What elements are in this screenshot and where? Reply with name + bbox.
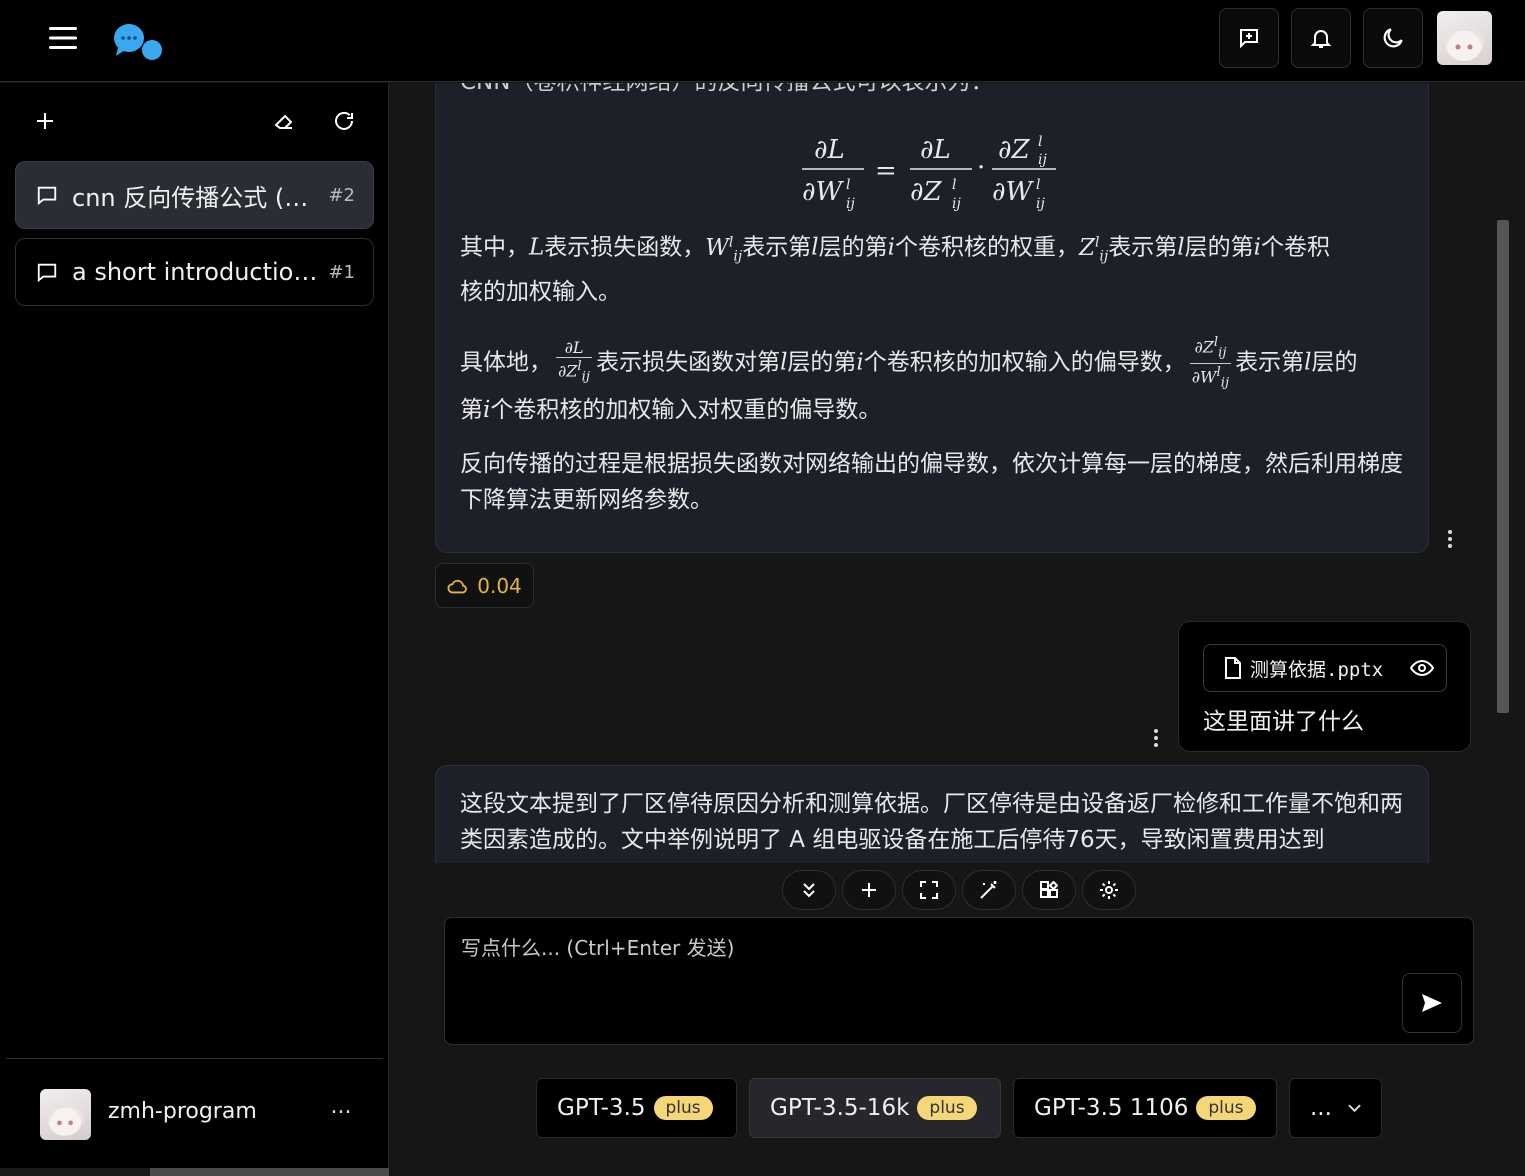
plus-icon — [862, 883, 876, 897]
magic-wand-icon — [980, 881, 997, 899]
moon-icon — [1383, 28, 1403, 48]
plus-icon — [37, 113, 53, 129]
more-models-dropdown[interactable]: ... — [1289, 1078, 1382, 1138]
send-icon — [1422, 994, 1442, 1012]
theme-toggle-button[interactable] — [1363, 8, 1423, 68]
scroll-bottom-button[interactable] — [782, 870, 836, 910]
svg-text:=: = — [875, 156, 897, 186]
menu-icon[interactable] — [45, 20, 81, 56]
svg-text:l: l — [1036, 177, 1040, 193]
apps-button[interactable] — [1022, 870, 1076, 910]
message-input-box — [444, 917, 1474, 1045]
expand-icon — [920, 881, 938, 899]
cost-value: 0.04 — [477, 573, 522, 598]
model-option[interactable]: GPT-3.5 plus — [536, 1078, 737, 1138]
top-bar — [0, 0, 1525, 82]
svg-text:ij: ij — [1038, 152, 1047, 168]
cloud-icon — [447, 579, 468, 593]
svg-text:l: l — [1038, 134, 1042, 150]
notifications-button[interactable] — [1291, 8, 1351, 68]
sidebar-scrollbar[interactable] — [0, 1168, 389, 1176]
send-button[interactable] — [1402, 973, 1462, 1033]
svg-text:ij: ij — [846, 196, 855, 212]
bell-icon — [1310, 30, 1332, 48]
message-intro: CNN（卷积神经网络）的反向传播公式可以表示为： — [460, 83, 993, 100]
add-conversation-button[interactable] — [25, 101, 65, 141]
grid-icon — [1040, 881, 1058, 898]
assistant-message: CNN（卷积神经网络）的反向传播公式可以表示为： ∂L ∂Wlij = ∂L ∂… — [435, 83, 1429, 553]
svg-text:∂L: ∂L — [814, 135, 845, 165]
user-message-text: 这里面讲了什么 — [1203, 709, 1364, 735]
conversation-item[interactable]: a short introduction ... #1 — [15, 238, 374, 306]
svg-text:∂Z: ∂Z — [998, 135, 1030, 165]
user-name: zmh-program — [108, 1099, 257, 1124]
refresh-button[interactable] — [324, 101, 364, 141]
conversation-title: cnn 反向传播公式 (公... — [72, 183, 319, 212]
model-option[interactable]: GPT-3.5 1106 plus — [1013, 1078, 1277, 1138]
conversation-number: #2 — [328, 184, 355, 206]
user-avatar[interactable] — [40, 1089, 91, 1140]
svg-text:∂W: ∂W — [992, 177, 1034, 207]
sidebar-divider — [6, 1058, 383, 1059]
plus-badge: plus — [1196, 1096, 1256, 1120]
message-input[interactable] — [461, 932, 1391, 1022]
more-vertical-icon — [1154, 729, 1158, 747]
model-name: GPT-3.5 1106 — [1034, 1095, 1189, 1121]
user-more-button[interactable]: ... — [325, 1095, 357, 1127]
more-models-label: ... — [1310, 1095, 1332, 1121]
file-attachment[interactable]: 测算依据.pptx — [1203, 644, 1447, 692]
chat-bubble-icon — [37, 186, 57, 206]
refresh-icon — [335, 111, 353, 130]
conversation-item[interactable]: cnn 反向传播公式 (公... #2 — [15, 161, 374, 229]
fullscreen-button[interactable] — [902, 870, 956, 910]
message-paragraph: 反向传播的过程是根据损失函数对网络输出的偏导数，依次计算每一层的梯度，然后利用梯… — [460, 451, 1403, 513]
svg-text:∂W: ∂W — [802, 177, 844, 207]
message-paragraph: 这段文本提到了厂区停待原因分析和测算依据。厂区停待是由设备返厂检修和工作量不饱和… — [460, 791, 1403, 853]
svg-text:l: l — [846, 177, 850, 193]
gear-icon — [1100, 881, 1118, 899]
sidebar: cnn 反向传播公式 (公... #2 a short introduction… — [0, 83, 389, 1176]
message-more-button[interactable] — [1435, 524, 1465, 554]
chevron-down-icon — [1348, 1104, 1361, 1113]
file-name: 测算依据.pptx — [1250, 658, 1384, 681]
model-option[interactable]: GPT-3.5-16k plus — [749, 1078, 1001, 1138]
assistant-message: 这段文本提到了厂区停待原因分析和测算依据。厂区停待是由设备返厂检修和工作量不饱和… — [435, 765, 1429, 863]
plus-badge: plus — [653, 1096, 713, 1120]
clear-conversations-button[interactable] — [264, 101, 304, 141]
chat-area: CNN（卷积神经网络）的反向传播公式可以表示为： ∂L ∂Wlij = ∂L ∂… — [390, 83, 1498, 863]
conversation-number: #1 — [328, 261, 355, 283]
eraser-icon — [274, 114, 293, 129]
svg-text:∂L: ∂L — [920, 135, 951, 165]
chat-bubble-icon — [37, 263, 57, 283]
svg-text:l: l — [952, 177, 956, 193]
file-icon — [1225, 657, 1241, 679]
eye-icon[interactable] — [1410, 659, 1434, 677]
model-name: GPT-3.5-16k — [770, 1095, 910, 1121]
message-paragraph: 其中，L表示损失函数，Wlij表示第l层的第i个卷积核的权重，Zlij表示第l层… — [460, 234, 1330, 306]
new-chat-button[interactable] — [1219, 8, 1279, 68]
magic-button[interactable] — [962, 870, 1016, 910]
chat-scrollbar[interactable] — [1497, 220, 1509, 713]
plus-badge: plus — [917, 1096, 977, 1120]
backprop-formula: ∂L ∂W lij = ∂L ∂Z lij · ∂Z lij ∂W lij — [802, 134, 1056, 212]
chevrons-down-icon — [803, 883, 815, 898]
more-vertical-icon — [1448, 530, 1452, 548]
settings-button[interactable] — [1082, 870, 1136, 910]
svg-text:∂Z: ∂Z — [910, 177, 942, 207]
message-paragraph: 具体地， ∂L ∂Zlij 表示损失函数对第l层的第i个卷积核的加权输入的偏导数， ∂Z… — [460, 335, 1358, 424]
svg-text:·: · — [977, 153, 985, 183]
conversation-title: a short introduction ... — [72, 258, 319, 286]
model-name: GPT-3.5 — [557, 1095, 646, 1121]
cost-badge: 0.04 — [435, 563, 534, 608]
svg-text:ij: ij — [952, 196, 961, 212]
svg-text:ij: ij — [1036, 196, 1045, 212]
user-message: 测算依据.pptx 这里面讲了什么 — [1178, 621, 1471, 752]
header-avatar[interactable] — [1437, 11, 1492, 65]
new-topic-button[interactable] — [842, 870, 896, 910]
message-more-button[interactable] — [1141, 723, 1171, 753]
message-plus-icon — [1240, 29, 1258, 49]
app-logo — [112, 22, 166, 62]
